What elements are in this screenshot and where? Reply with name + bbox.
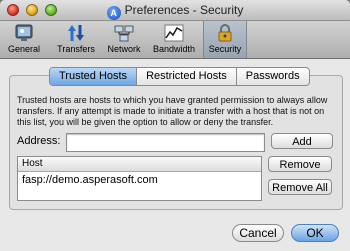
address-label: Address: <box>17 135 61 147</box>
tab-trusted-hosts[interactable]: Trusted Hosts <box>50 68 138 85</box>
transfers-icon <box>68 25 84 41</box>
title-bar: A Preferences - Security <box>0 0 350 21</box>
toolbar-network[interactable]: Network <box>104 21 144 58</box>
host-list[interactable]: Host fasp://demo.asperasoft.com <box>17 156 262 201</box>
tab-passwords[interactable]: Passwords <box>237 68 309 85</box>
cancel-button[interactable]: Cancel <box>232 224 284 242</box>
security-tabs: Trusted Hosts Restricted Hosts Passwords <box>49 67 310 86</box>
trusted-hosts-description: Trusted hosts are hosts to which you hav… <box>17 95 328 127</box>
preferences-toolbar: General Transfers Network Bandwidth Secu… <box>0 21 350 59</box>
toolbar-transfers[interactable]: Transfers <box>52 21 100 58</box>
network-icon <box>114 25 134 42</box>
toolbar-security[interactable]: Security <box>203 21 247 58</box>
host-column-header[interactable]: Host <box>18 157 261 172</box>
remove-all-button[interactable]: Remove All <box>268 179 332 195</box>
address-input[interactable] <box>66 133 265 152</box>
preferences-window: A Preferences - Security General Transfer… <box>0 0 350 251</box>
security-icon <box>218 24 232 42</box>
ok-button[interactable]: OK <box>291 224 339 242</box>
toolbar-general[interactable]: General <box>6 21 42 58</box>
tab-restricted-hosts[interactable]: Restricted Hosts <box>137 68 237 85</box>
add-button[interactable]: Add <box>271 133 333 149</box>
bandwidth-icon <box>164 24 184 42</box>
general-icon <box>15 24 33 41</box>
window-title: A Preferences - Security <box>0 3 350 20</box>
aspera-app-icon: A <box>106 6 121 20</box>
list-item[interactable]: fasp://demo.asperasoft.com <box>18 172 261 188</box>
toolbar-bandwidth[interactable]: Bandwidth <box>150 21 198 58</box>
remove-button[interactable]: Remove <box>268 156 332 172</box>
